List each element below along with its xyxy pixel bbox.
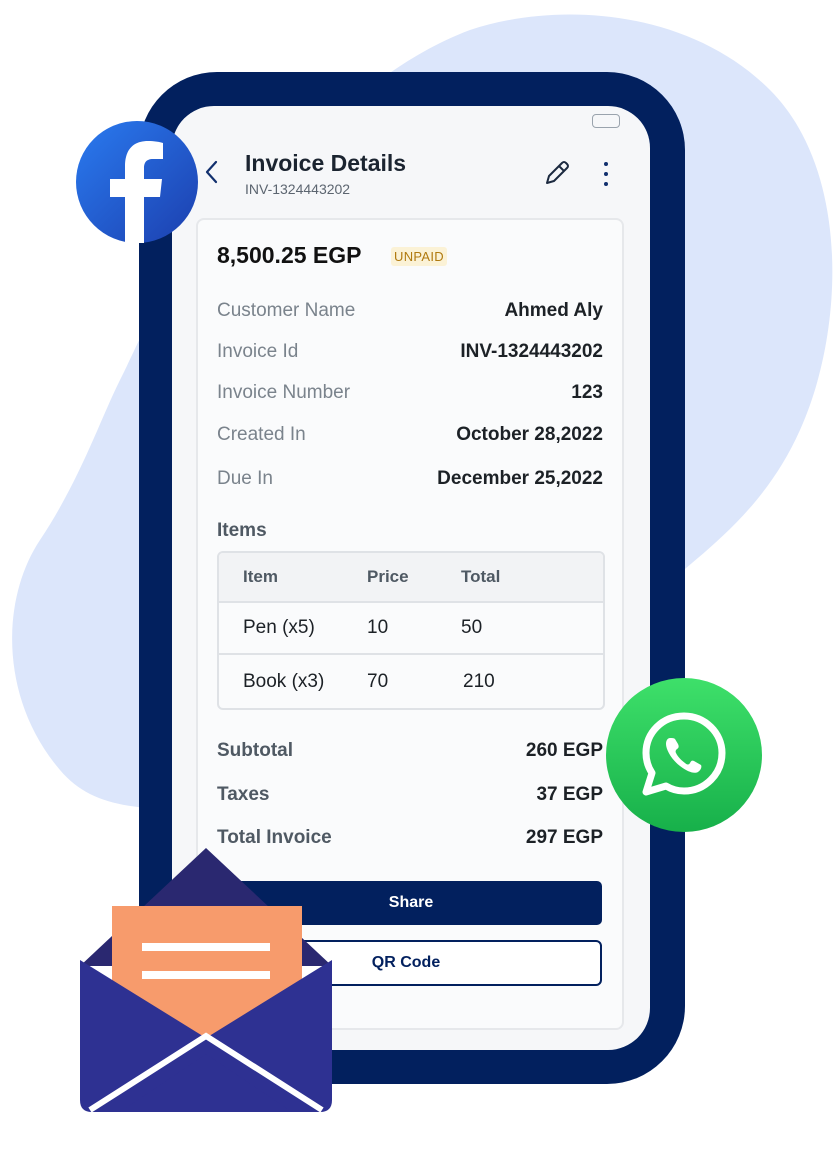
table-cell: Book (x3) bbox=[243, 671, 325, 692]
invoice-ref: INV-1324443202 bbox=[245, 181, 351, 197]
items-table: Item Price Total Pen (x5) 10 50 Book (x3… bbox=[217, 551, 605, 710]
column-header: Price bbox=[367, 567, 409, 586]
edit-button[interactable] bbox=[542, 158, 572, 188]
detail-row-created: Created In October 28,2022 bbox=[217, 424, 603, 446]
detail-value: INV-1324443202 bbox=[460, 341, 603, 362]
table-cell: Pen (x5) bbox=[243, 617, 315, 638]
facebook-logo bbox=[76, 121, 198, 243]
column-header: Item bbox=[243, 567, 278, 586]
total-label: Taxes bbox=[217, 784, 270, 805]
table-row: Pen (x5) 10 50 bbox=[219, 603, 603, 655]
total-invoice-row: Total Invoice 297 EGP bbox=[217, 827, 603, 849]
more-options-button[interactable] bbox=[598, 162, 614, 186]
subtotal-row: Subtotal 260 EGP bbox=[217, 740, 603, 762]
total-value: 297 EGP bbox=[525, 827, 603, 848]
taxes-row: Taxes 37 EGP bbox=[217, 784, 603, 806]
open-envelope-icon bbox=[80, 848, 332, 1113]
detail-label: Due In bbox=[217, 468, 273, 489]
detail-label: Invoice Number bbox=[217, 382, 351, 403]
phone-speaker bbox=[592, 114, 620, 128]
detail-value: 123 bbox=[571, 382, 603, 403]
table-cell: 10 bbox=[367, 617, 389, 638]
detail-value: Ahmed Aly bbox=[504, 300, 603, 321]
detail-row-invoice-number: Invoice Number 123 bbox=[217, 382, 603, 404]
detail-row-invoice-id: Invoice Id INV-1324443202 bbox=[217, 341, 603, 363]
total-value: 37 EGP bbox=[536, 784, 603, 805]
detail-label: Created In bbox=[217, 424, 306, 445]
total-label: Total Invoice bbox=[217, 827, 332, 848]
table-cell: 70 bbox=[367, 671, 389, 692]
table-cell: 210 bbox=[463, 671, 495, 692]
whatsapp-logo bbox=[606, 678, 762, 832]
table-header: Item Price Total bbox=[219, 553, 603, 603]
back-button[interactable] bbox=[200, 158, 222, 186]
detail-value: December 25,2022 bbox=[437, 468, 603, 489]
items-heading: Items bbox=[217, 520, 267, 541]
detail-label: Invoice Id bbox=[217, 341, 299, 362]
more-vertical-icon bbox=[604, 162, 608, 166]
pencil-icon bbox=[546, 161, 569, 184]
column-header: Total bbox=[461, 567, 501, 586]
page-title: Invoice Details bbox=[245, 150, 407, 176]
total-label: Subtotal bbox=[217, 740, 293, 761]
table-cell: 50 bbox=[461, 617, 483, 638]
total-value: 260 EGP bbox=[525, 740, 603, 761]
status-badge: UNPAID bbox=[391, 247, 447, 266]
detail-label: Customer Name bbox=[217, 300, 356, 321]
detail-value: October 28,2022 bbox=[456, 424, 603, 445]
invoice-amount: 8,500.25 EGP bbox=[217, 242, 362, 268]
chevron-left-icon bbox=[205, 160, 218, 184]
table-row: Book (x3) 70 210 bbox=[219, 653, 603, 707]
detail-row-customer: Customer Name Ahmed Aly bbox=[217, 300, 603, 322]
detail-row-due: Due In December 25,2022 bbox=[217, 468, 603, 490]
